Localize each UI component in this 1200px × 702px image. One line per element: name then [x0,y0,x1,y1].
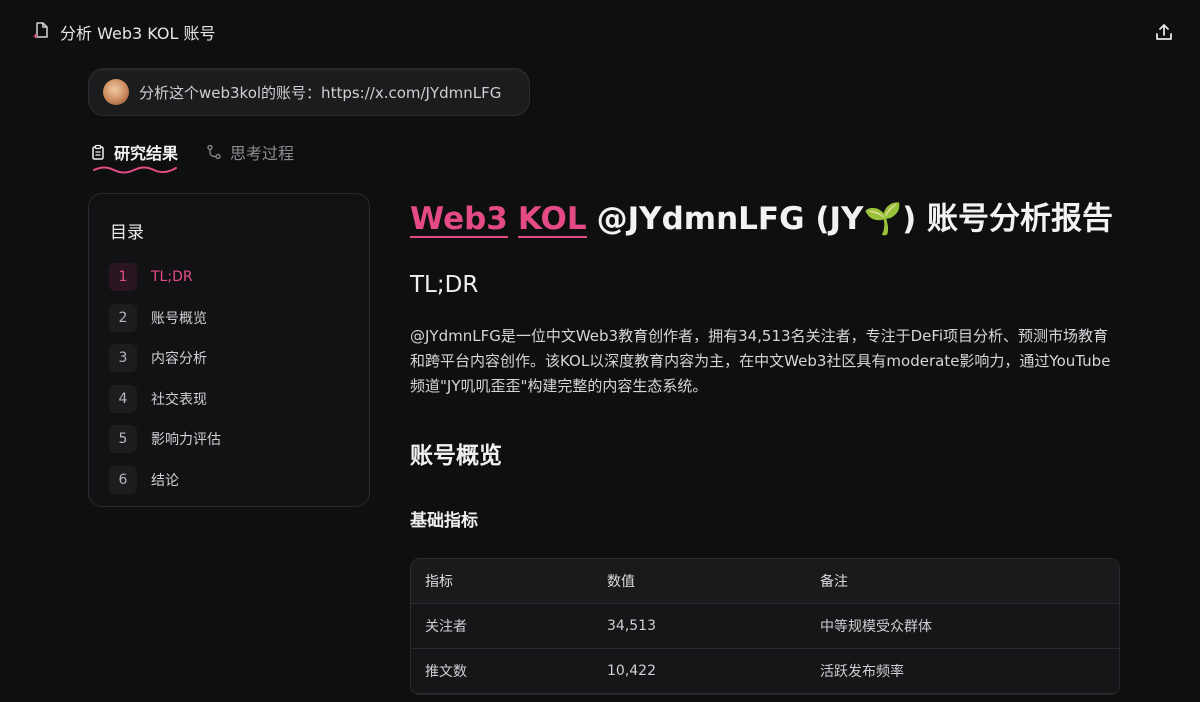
toc-item-label: 结论 [151,472,179,489]
table-cell: 关注者 [411,604,593,649]
top-bar: 分析 Web3 KOL 账号 [0,0,1200,64]
table-row: 关注者 34,513 中等规模受众群体 [411,604,1119,649]
table-row: 推文数 10,422 活跃发布频率 [411,649,1119,694]
section-heading-account-overview: 账号概览 [410,443,502,469]
report-title-web3-link[interactable]: Web3 [410,202,508,239]
share-button[interactable] [1152,20,1176,44]
report-title-text: @JYdmnLFG (JY🌱) 账号分析报告 [596,201,1114,237]
result-tabs: 研究结果 思考过程 [90,140,294,174]
window-title: 分析 Web3 KOL 账号 [60,24,216,43]
table-cell: 10,422 [593,649,806,694]
toc-item-number: 6 [109,465,137,494]
toc-title: 目录 [110,223,144,243]
table-of-contents: 目录 1 TL;DR 2 账号概览 3 内容分析 4 社交表现 5 影响力评估 … [88,193,370,507]
metrics-table: 指标 数值 备注 关注者 34,513 中等规模受众群体 推文数 10,422 … [410,558,1120,695]
toc-item-tldr[interactable]: 1 TL;DR [109,257,221,298]
toc-item-number: 2 [109,303,137,332]
window-title-group: 分析 Web3 KOL 账号 [32,20,215,44]
toc-item-content-analysis[interactable]: 3 内容分析 [109,338,221,379]
toc-item-label: 社交表现 [151,391,207,408]
table-header-cell: 指标 [411,559,593,604]
table-cell: 推文数 [411,649,593,694]
report-title: Web3 KOL @JYdmnLFG (JY🌱) 账号分析报告 [410,193,1114,239]
toc-item-account-overview[interactable]: 2 账号概览 [109,298,221,339]
toc-item-conclusion[interactable]: 6 结论 [109,460,221,501]
table-cell: 中等规模受众群体 [806,604,1119,649]
toc-item-label: 账号概览 [151,310,207,327]
toc-item-label: 影响力评估 [151,432,221,449]
toc-item-number: 3 [109,344,137,373]
tab-label: 研究结果 [114,144,179,163]
toc-item-social-performance[interactable]: 4 社交表现 [109,379,221,420]
tab-research-results[interactable]: 研究结果 [90,140,179,174]
toc-item-influence[interactable]: 5 影响力评估 [109,419,221,460]
avatar [103,79,129,105]
toc-item-number: 1 [109,263,137,292]
branch-icon [207,144,221,160]
toc-item-label: TL;DR [151,269,193,286]
subsection-heading-basic-metrics: 基础指标 [410,511,478,531]
toc-item-label: 内容分析 [151,351,207,368]
query-text: 分析这个web3kol的账号：https://x.com/JYdmnLFG [139,83,502,102]
table-header-cell: 备注 [806,559,1119,604]
tldr-paragraph: @JYdmnLFG是一位中文Web3教育创作者，拥有34,513名关注者，专注于… [410,327,1111,395]
user-query-bubble: 分析这个web3kol的账号：https://x.com/JYdmnLFG [88,68,530,116]
share-upload-icon [1156,24,1172,40]
section-heading-tldr: TL;DR [410,272,479,298]
report-title-kol-link[interactable]: KOL [517,202,587,239]
document-sparkle-icon [32,21,50,43]
toc-list: 1 TL;DR 2 账号概览 3 内容分析 4 社交表现 5 影响力评估 6 结… [109,257,221,500]
table-header-cell: 数值 [593,559,806,604]
toc-item-number: 4 [109,384,137,413]
toc-item-number: 5 [109,425,137,454]
tab-label: 思考过程 [230,144,295,163]
table-cell: 活跃发布频率 [806,649,1119,694]
active-tab-underline [93,166,177,174]
table-header-row: 指标 数值 备注 [411,559,1119,604]
clipboard-icon [92,144,104,160]
tab-thinking-process[interactable]: 思考过程 [206,140,294,164]
table-cell: 34,513 [593,604,806,649]
